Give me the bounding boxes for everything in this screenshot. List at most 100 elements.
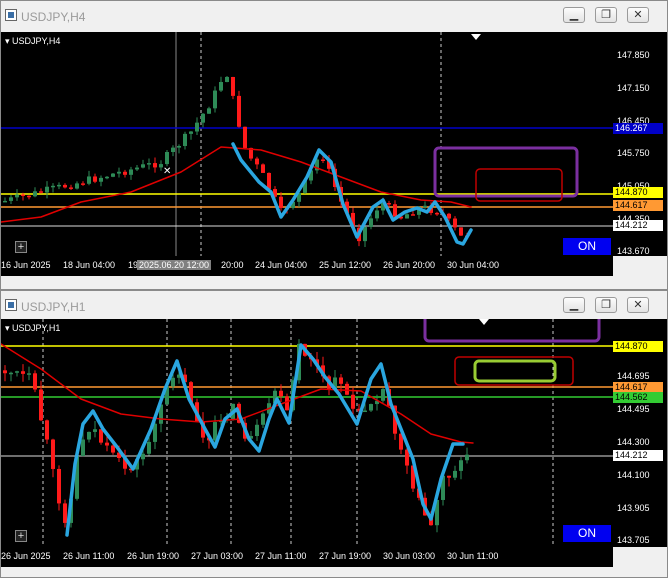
- candle-body: [189, 131, 193, 134]
- candle-body: [225, 76, 229, 83]
- candle-body: [99, 429, 103, 443]
- h4-plot-area[interactable]: ✕ ▾ USDJPY,H4 + ON: [1, 32, 613, 256]
- candle-body: [141, 453, 145, 460]
- minimize-button[interactable]: ▁: [563, 7, 585, 23]
- candle-body: [447, 475, 451, 478]
- candle-body: [177, 145, 181, 148]
- h4-plus-button[interactable]: +: [15, 241, 27, 253]
- candle-body: [267, 172, 271, 190]
- candle-body: [219, 82, 223, 91]
- price-label: 144.300: [617, 437, 650, 447]
- price-label: 145.750: [617, 148, 650, 158]
- close-button[interactable]: ✕: [627, 297, 649, 313]
- time-label: 27 Jun 19:00: [319, 551, 372, 561]
- price-label: 144.100: [617, 470, 650, 480]
- candle-body: [93, 429, 97, 432]
- candle-body: [27, 373, 31, 375]
- h1-title-bar[interactable]: USDJPY,H1 ▁ ❐ ✕: [1, 291, 667, 321]
- candle-body: [81, 439, 85, 457]
- purple-zone-box: [423, 319, 601, 343]
- candle-body: [243, 126, 247, 148]
- price-label: 147.850: [617, 50, 650, 60]
- candle-body: [375, 210, 379, 219]
- candle-body: [27, 195, 31, 198]
- h4-window-title: USDJPY,H4: [21, 10, 86, 24]
- minimize-button[interactable]: ▁: [563, 297, 585, 313]
- time-label: 24 Jun 04:00: [255, 260, 308, 270]
- candle-body: [129, 169, 133, 175]
- candle-body: [117, 171, 121, 174]
- candle-body: [387, 203, 391, 205]
- candle-body: [75, 183, 79, 189]
- h1-chart-window[interactable]: USDJPY,H1 ▁ ❐ ✕ ▾ USDJPY,H1 + ON 144.695…: [0, 290, 668, 578]
- h4-symbol-text: USDJPY,H4: [12, 36, 61, 46]
- candle-body: [369, 404, 373, 411]
- candle-body: [93, 176, 97, 182]
- candle-body: [453, 470, 457, 478]
- candle-body: [165, 152, 169, 165]
- candle-body: [51, 185, 55, 188]
- h4-on-button[interactable]: ON: [563, 238, 611, 255]
- moving-average-line: [1, 146, 472, 223]
- h4-chart-window[interactable]: USDJPY,H4 ▁ ❐ ✕ ✕ ▾ USDJPY,H4 + ON 147.8…: [0, 0, 668, 290]
- candle-body: [99, 177, 103, 182]
- candle-body: [63, 184, 67, 188]
- candle-body: [213, 422, 217, 441]
- candle-body: [9, 197, 13, 201]
- close-button[interactable]: ✕: [627, 7, 649, 23]
- price-label: 144.495: [617, 404, 650, 414]
- time-label: 26 Jun 2025: [1, 551, 51, 561]
- candle-body: [369, 218, 373, 227]
- candle-body: [111, 445, 115, 453]
- chart-window-icon: [5, 299, 17, 311]
- candle-body: [63, 503, 67, 523]
- candle-body: [201, 113, 205, 123]
- h1-time-axis: 26 Jun 2025 26 Jun 11:00 26 Jun 19:00 27…: [1, 547, 613, 567]
- candle-body: [255, 158, 259, 165]
- candle-body: [21, 194, 25, 196]
- h1-green-level-tag: 144.562: [613, 392, 663, 403]
- candle-body: [3, 200, 7, 203]
- candle-body: [81, 183, 85, 185]
- h4-symbol-label: ▾ USDJPY,H4: [5, 36, 61, 46]
- candle-body: [135, 167, 139, 170]
- purple-zone-box: [433, 146, 579, 198]
- candle-body: [15, 371, 19, 373]
- candle-body: [21, 371, 25, 374]
- h1-current-price-tag: 144.212: [613, 450, 663, 461]
- restore-button[interactable]: ❐: [595, 7, 617, 23]
- candle-body: [87, 431, 91, 440]
- candle-body: [123, 171, 127, 175]
- h1-plus-button[interactable]: +: [15, 530, 27, 542]
- price-label: 143.705: [617, 535, 650, 545]
- chart-window-icon: [5, 9, 17, 21]
- candle-body: [453, 218, 457, 228]
- candle-body: [393, 204, 397, 217]
- h1-symbol-label: ▾ USDJPY,H1: [5, 323, 61, 333]
- crosshair-time-label: 2025.06.20 12:00: [137, 260, 212, 270]
- h4-price-chart: ✕: [1, 32, 613, 256]
- candle-body: [363, 410, 367, 413]
- candle-body: [237, 95, 241, 127]
- shift-marker-icon: [471, 34, 481, 40]
- candle-body: [207, 108, 211, 114]
- h4-title-bar[interactable]: USDJPY,H4 ▁ ❐ ✕: [1, 1, 667, 31]
- time-label: 26 Jun 20:00: [383, 260, 436, 270]
- candle-body: [381, 389, 385, 401]
- candle-body: [45, 420, 49, 440]
- h1-plot-area[interactable]: ▾ USDJPY,H1 + ON: [1, 319, 613, 547]
- h4-time-axis: 16 Jun 2025 18 Jun 04:00 19 2025.06.20 1…: [1, 256, 613, 276]
- candle-body: [231, 76, 235, 96]
- candle-body: [345, 383, 349, 395]
- candle-body: [9, 372, 13, 375]
- candle-body: [111, 173, 115, 177]
- time-label: 25 Jun 12:00: [319, 260, 372, 270]
- h1-on-button[interactable]: ON: [563, 525, 611, 542]
- time-label: 16 Jun 2025: [1, 260, 51, 270]
- time-label: 27 Jun 03:00: [191, 551, 244, 561]
- candle-body: [465, 454, 469, 461]
- candle-body: [261, 164, 265, 173]
- time-label: 26 Jun 11:00: [63, 551, 115, 561]
- candle-body: [33, 191, 37, 197]
- restore-button[interactable]: ❐: [595, 297, 617, 313]
